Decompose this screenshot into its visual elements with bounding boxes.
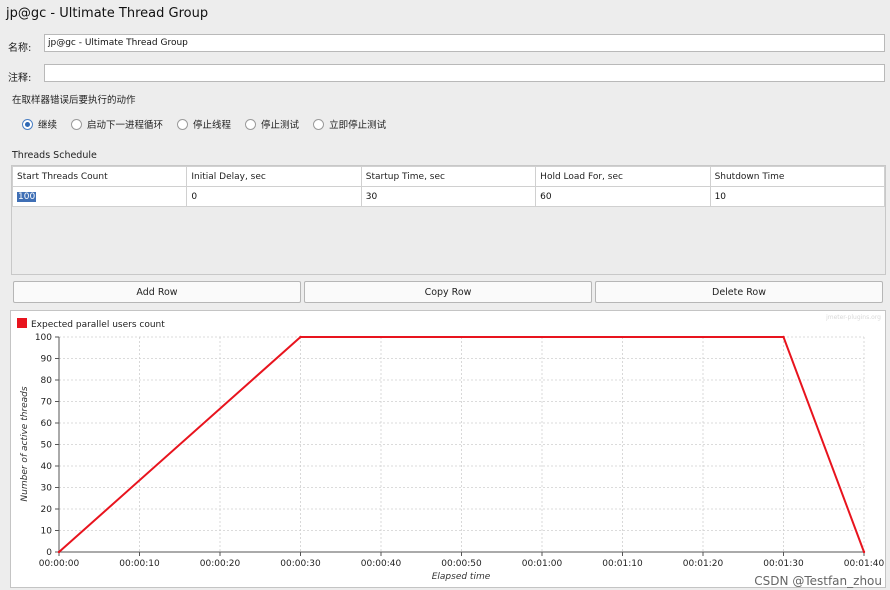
x-tick-label: 00:00:30	[280, 559, 321, 569]
column-header[interactable]: Initial Delay, sec	[186, 166, 362, 187]
x-ticks: 00:00:00 00:00:10 00:00:20 00:00:30 00:00:40…	[39, 559, 885, 569]
radio-label: 继续	[38, 120, 58, 131]
y-tick-label: 70	[41, 398, 53, 408]
x-tick-label: 00:01:10	[602, 559, 643, 569]
comment-label: 注释:	[8, 73, 32, 84]
radio-icon	[71, 118, 83, 130]
x-tick-label: 00:01:40	[844, 559, 885, 569]
x-axis-label: Elapsed time	[432, 572, 491, 582]
column-header[interactable]: Hold Load For, sec	[535, 166, 711, 187]
column-header[interactable]: Shutdown Time	[709, 166, 886, 187]
table-row[interactable]: 100 0 30 60 10	[11, 186, 886, 207]
radio-stop-test[interactable]: 停止测试	[245, 117, 299, 131]
x-tick-label: 00:00:40	[361, 559, 402, 569]
x-tick-label: 00:01:20	[683, 559, 724, 569]
watermark: CSDN @Testfan_zhou	[754, 574, 882, 588]
radio-icon	[177, 118, 189, 130]
error-action-label: 在取样器错误后要执行的动作	[12, 95, 136, 106]
comment-input[interactable]	[44, 64, 885, 82]
series-point	[782, 335, 785, 339]
x-tick-label: 00:00:00	[39, 559, 80, 569]
y-tick-label: 0	[46, 548, 52, 558]
radio-stop-thread[interactable]: 停止线程	[177, 117, 231, 131]
cell-text: 100	[17, 191, 37, 202]
y-tick-label: 80	[41, 376, 53, 386]
radio-label: 停止测试	[261, 120, 300, 131]
y-tick-label: 30	[41, 484, 53, 494]
x-tick-label: 00:01:30	[763, 559, 804, 569]
y-tick-label: 20	[41, 505, 53, 515]
table-cell[interactable]: 60	[535, 186, 711, 207]
chart-panel: jmeter-plugins.org Expected parallel use…	[10, 310, 886, 588]
window-title: jp@gc - Ultimate Thread Group	[6, 6, 209, 21]
legend-label: Expected parallel users count	[31, 320, 165, 330]
name-input[interactable]: jp@gc - Ultimate Thread Group	[44, 34, 885, 52]
series-point	[57, 550, 61, 554]
radio-stop-test-now[interactable]: 立即停止测试	[313, 117, 386, 131]
delete-row-button[interactable]: Delete Row	[595, 281, 883, 303]
y-tick-label: 10	[41, 527, 53, 537]
x-tick-label: 00:00:10	[119, 559, 160, 569]
table-cell[interactable]: 30	[360, 186, 537, 207]
radio-icon	[313, 118, 325, 130]
table-cell[interactable]: 10	[709, 186, 886, 207]
y-tick-label: 50	[41, 441, 53, 451]
y-ticks: 0 10 20 30 40 50 60 70 80 90 100	[35, 333, 52, 558]
column-header[interactable]: Startup Time, sec	[360, 166, 537, 187]
y-axis-label: Number of active threads	[20, 386, 30, 501]
radio-selected-icon	[22, 118, 33, 130]
users-chart: Expected parallel users count 0 10 20 30 40 5…	[17, 318, 885, 582]
radio-start-next-loop[interactable]: 启动下一进程循环	[71, 117, 163, 131]
table-header-row: Start Threads Count Initial Delay, sec S…	[11, 166, 886, 187]
y-tick-label: 90	[41, 355, 53, 365]
error-action-group: 继续 启动下一进程循环 停止线程 停止测试 立即停止测试	[22, 117, 400, 131]
table-cell[interactable]: 0	[186, 186, 362, 207]
radio-continue[interactable]: 继续	[22, 117, 57, 131]
series-point	[299, 335, 302, 339]
column-header[interactable]: Start Threads Count	[11, 166, 188, 187]
radio-label: 停止线程	[193, 120, 232, 131]
legend-swatch	[17, 318, 27, 328]
name-label: 名称:	[8, 43, 32, 54]
chart-legend: Expected parallel users count	[17, 318, 165, 330]
y-tick-label: 40	[41, 462, 53, 472]
table-cell-selected[interactable]: 100	[11, 186, 188, 207]
radio-label: 启动下一进程循环	[87, 120, 164, 131]
x-tick-label: 00:00:20	[200, 559, 241, 569]
schedule-table: Start Threads Count Initial Delay, sec S…	[11, 165, 886, 275]
x-tick-label: 00:01:00	[522, 559, 563, 569]
add-row-button[interactable]: Add Row	[13, 281, 301, 303]
series-point	[862, 550, 866, 554]
x-tick-label: 00:00:50	[441, 559, 482, 569]
y-tick-label: 100	[35, 333, 52, 343]
copy-row-button[interactable]: Copy Row	[304, 281, 592, 303]
y-tick-label: 60	[41, 419, 53, 429]
radio-label: 立即停止测试	[329, 120, 387, 131]
schedule-label: Threads Schedule	[12, 150, 97, 161]
radio-icon	[245, 118, 257, 130]
